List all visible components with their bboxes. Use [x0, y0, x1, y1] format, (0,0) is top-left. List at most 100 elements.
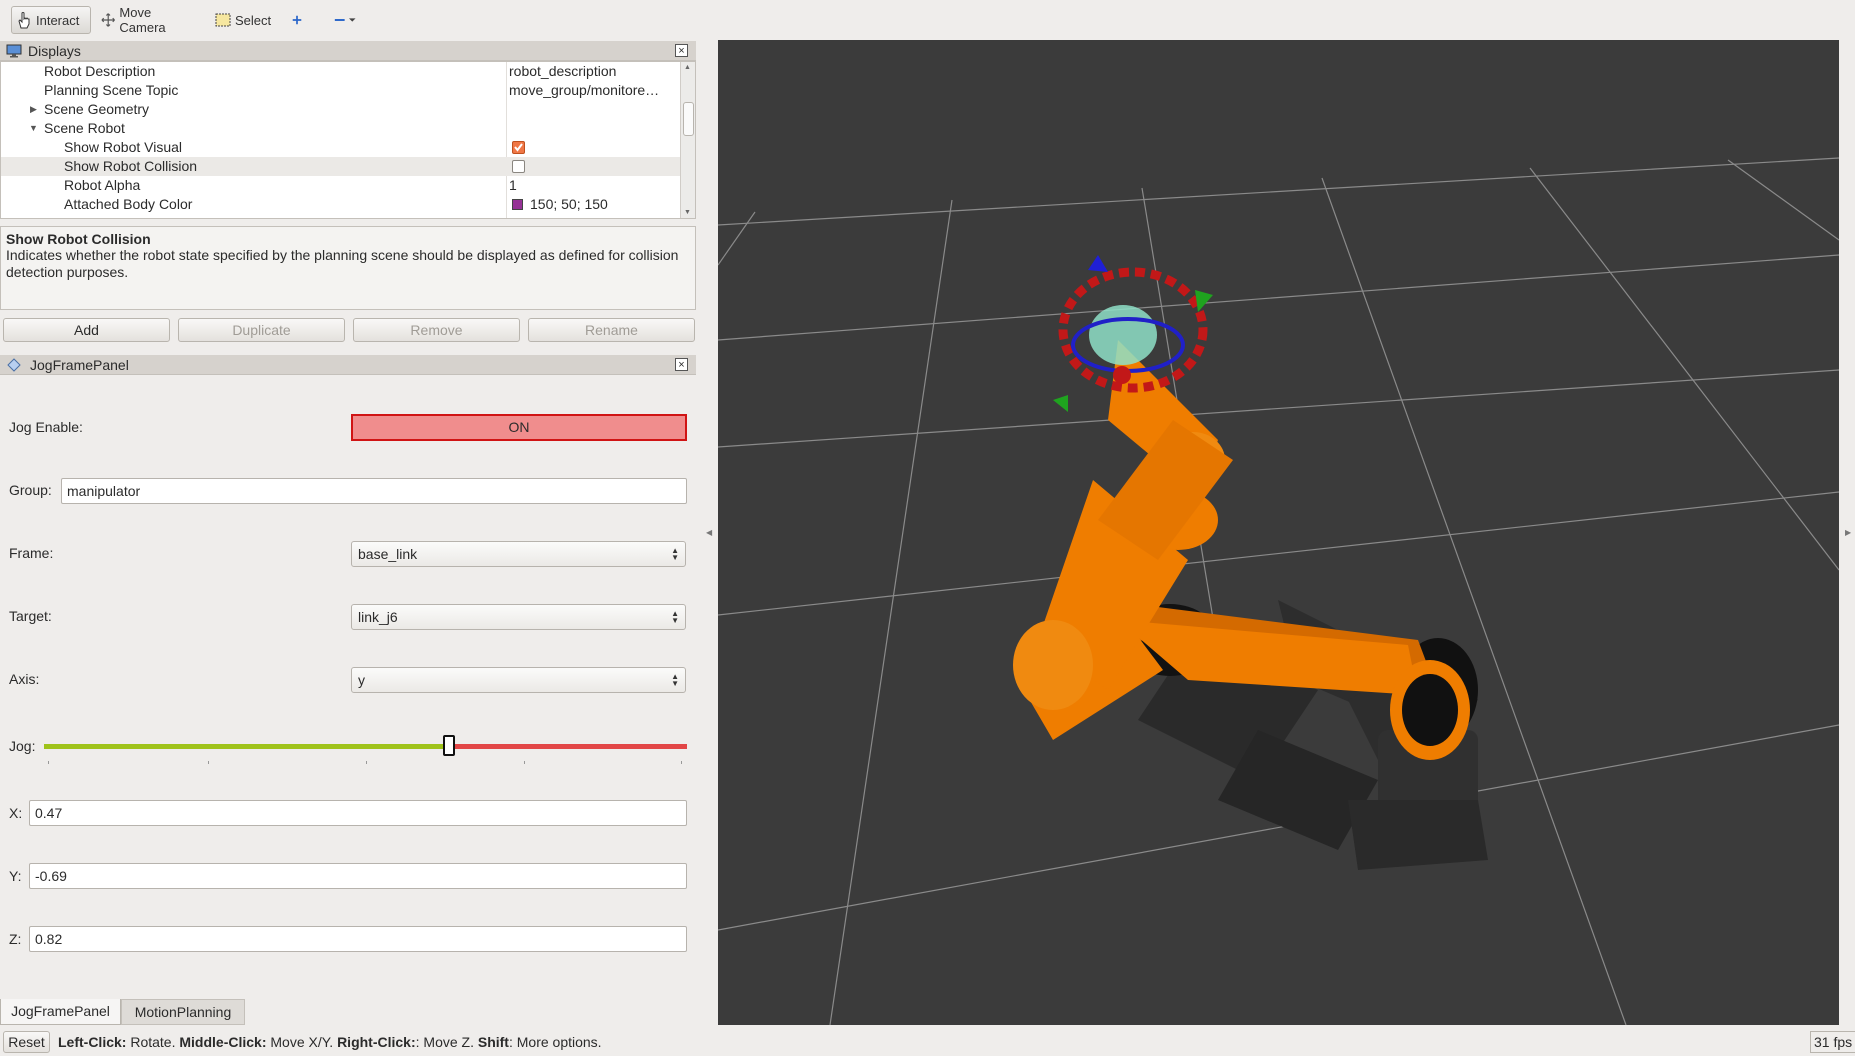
- jog-slider-handle[interactable]: [443, 735, 455, 756]
- displays-title: Displays: [28, 42, 81, 59]
- slider-tick: [366, 761, 367, 764]
- monitor-icon: [6, 44, 22, 57]
- select-tool-button[interactable]: Select: [211, 6, 281, 34]
- toolbar: Interact Move Camera Select: [0, 0, 1855, 40]
- scrollbar-thumb[interactable]: [683, 102, 694, 136]
- 3d-viewport[interactable]: [718, 40, 1839, 1025]
- tree-row-label: Scene Geometry: [44, 101, 150, 117]
- scroll-up-icon[interactable]: ▲: [684, 64, 691, 71]
- tree-row-value[interactable]: 150; 50; 150: [530, 195, 608, 214]
- group-input[interactable]: manipulator: [61, 478, 687, 504]
- tree-row-label: Show Robot Visual: [64, 139, 183, 155]
- rename-button[interactable]: Rename: [528, 318, 695, 342]
- add-tool-button[interactable]: [288, 6, 310, 34]
- slider-tick: [681, 761, 682, 764]
- hint-left-click: Left-Click:: [58, 1034, 127, 1050]
- tree-row-show-robot-collision[interactable]: Show Robot Collision: [1, 157, 681, 176]
- collapse-left-icon[interactable]: ◀: [706, 528, 712, 537]
- displays-tree: Robot Description robot_description Plan…: [0, 61, 696, 219]
- close-icon[interactable]: ×: [675, 44, 688, 57]
- slider-tick: [524, 761, 525, 764]
- add-button[interactable]: Add: [3, 318, 170, 342]
- ground-grid: [718, 157, 1839, 1025]
- axis-label: Axis:: [9, 671, 40, 687]
- jog-enable-label: Jog Enable:: [9, 419, 83, 435]
- expand-arrow-icon[interactable]: ▶: [30, 100, 37, 119]
- y-value-field[interactable]: -0.69: [29, 863, 687, 889]
- axis-select[interactable]: y ▲ ▼: [351, 667, 686, 693]
- hint-middle-click: Middle-Click:: [179, 1034, 267, 1050]
- status-bar: Reset Left-Click: Rotate. Middle-Click: …: [0, 1029, 1855, 1056]
- scroll-down-icon[interactable]: ▼: [684, 209, 691, 216]
- scene-render: [718, 157, 1839, 1025]
- tree-row-planning-scene-topic[interactable]: Planning Scene Topic move_group/monitore…: [1, 81, 681, 100]
- select-label: Select: [235, 12, 272, 28]
- updown-arrows-icon: ▲ ▼: [671, 546, 679, 562]
- jog-slider[interactable]: [44, 732, 687, 766]
- tree-row-label: Attached Body Color: [64, 196, 193, 212]
- tree-row-attached-body-color[interactable]: Attached Body Color 150; 50; 150: [1, 195, 681, 214]
- frame-select-value: base_link: [358, 546, 418, 562]
- z-value-field[interactable]: 0.82: [29, 926, 687, 952]
- z-label: Z:: [9, 931, 22, 947]
- close-icon[interactable]: ×: [675, 358, 688, 371]
- slider-tick: [48, 761, 49, 764]
- tree-row-label: Robot Description: [44, 63, 156, 79]
- description-title: Show Robot Collision: [6, 231, 151, 247]
- reset-button[interactable]: Reset: [3, 1031, 50, 1053]
- x-label: X:: [9, 805, 23, 821]
- chevron-down-icon: [349, 18, 356, 22]
- jog-slider-fill-right: [449, 744, 687, 749]
- x-value-field[interactable]: 0.47: [29, 800, 687, 826]
- tree-row-label: Scene Robot: [44, 120, 125, 136]
- remove-button[interactable]: Remove: [353, 318, 520, 342]
- jog-panel-header: JogFramePanel ×: [0, 355, 696, 375]
- tree-row-label: Planning Scene Topic: [44, 82, 179, 98]
- frame-select[interactable]: base_link ▲ ▼: [351, 541, 686, 567]
- target-label: Target:: [9, 608, 52, 624]
- tree-row-label: Robot Alpha: [64, 177, 141, 193]
- fps-readout: 31 fps: [1810, 1031, 1855, 1053]
- hint-shift-action: : More options.: [508, 1034, 602, 1050]
- target-select[interactable]: link_j6 ▲ ▼: [351, 604, 686, 630]
- tree-row-robot-description[interactable]: Robot Description robot_description: [1, 62, 681, 81]
- updown-arrows-icon: ▲ ▼: [671, 672, 679, 688]
- tree-row-value[interactable]: robot_description: [509, 62, 616, 81]
- tree-row-robot-alpha[interactable]: Robot Alpha 1: [1, 176, 681, 195]
- jog-slider-fill-left: [44, 744, 449, 749]
- minus-icon: [334, 19, 345, 21]
- diamond-icon: [7, 357, 21, 372]
- tree-row-scene-robot[interactable]: ▼ Scene Robot: [1, 119, 681, 138]
- duplicate-button[interactable]: Duplicate: [178, 318, 345, 342]
- remove-tool-dropdown[interactable]: [330, 6, 364, 34]
- tree-row-scene-geometry[interactable]: ▶ Scene Geometry: [1, 100, 681, 119]
- show-robot-visual-checkbox[interactable]: [512, 141, 525, 154]
- move-camera-label: Move Camera: [119, 5, 166, 35]
- collapse-right-icon[interactable]: ▶: [1845, 528, 1851, 537]
- show-robot-collision-checkbox[interactable]: [512, 160, 525, 173]
- tree-row-value[interactable]: move_group/monitore…: [509, 81, 659, 100]
- tree-row-show-robot-visual[interactable]: Show Robot Visual: [1, 138, 681, 157]
- y-label: Y:: [9, 868, 22, 884]
- frame-label: Frame:: [9, 545, 54, 561]
- move-camera-icon: [101, 13, 115, 27]
- hand-pointer-icon: [18, 12, 30, 29]
- group-label: Group:: [9, 482, 52, 498]
- tree-row-value[interactable]: 1: [509, 176, 517, 195]
- displays-scrollbar[interactable]: ▲ ▼: [680, 62, 695, 218]
- interact-tool-button[interactable]: Interact: [11, 6, 91, 34]
- hint-right-click: Right-Click:: [337, 1034, 416, 1050]
- move-camera-tool-button[interactable]: Move Camera: [97, 5, 197, 35]
- tab-motionplanning[interactable]: MotionPlanning: [121, 999, 245, 1025]
- tab-jogframepanel[interactable]: JogFramePanel: [0, 999, 121, 1025]
- plus-icon: [292, 15, 302, 25]
- tree-row-label: Show Robot Collision: [64, 158, 198, 174]
- jog-enable-toggle-button[interactable]: ON: [351, 414, 687, 441]
- hint-middle-action: Move X/Y.: [266, 1034, 338, 1050]
- target-select-value: link_j6: [358, 609, 398, 625]
- panel-tabs: JogFramePanel MotionPlanning: [0, 999, 696, 1025]
- updown-arrows-icon: ▲ ▼: [671, 609, 679, 625]
- checkmark-icon: [514, 143, 523, 152]
- collapse-arrow-icon[interactable]: ▼: [29, 119, 38, 138]
- jog-panel-title: JogFramePanel: [30, 356, 129, 373]
